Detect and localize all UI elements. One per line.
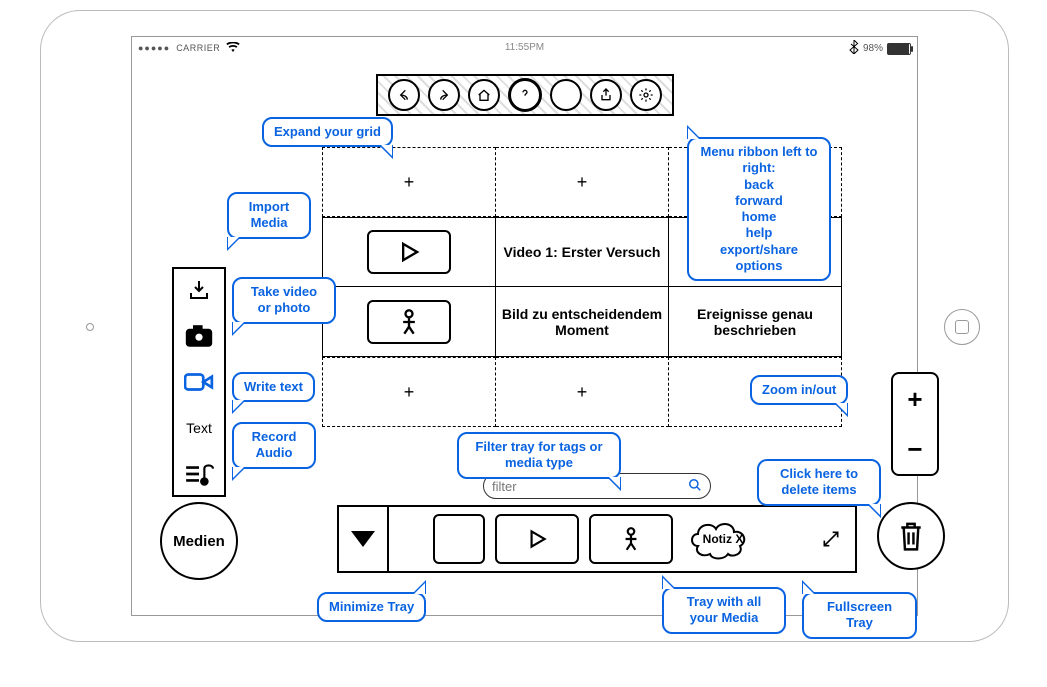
grid-cell-bild-label[interactable]: Bild zu entscheidendem Moment: [496, 287, 669, 357]
expand-cell[interactable]: +: [496, 357, 669, 427]
camera-button[interactable]: [181, 323, 217, 349]
chevron-down-icon: [351, 531, 375, 547]
help-icon[interactable]: [508, 78, 542, 112]
tray-card-note[interactable]: Notiz X: [683, 516, 763, 562]
share-icon[interactable]: [590, 79, 622, 111]
video-button[interactable]: [181, 369, 217, 395]
clock: 11:55PM: [132, 42, 917, 53]
fullscreen-tray-button[interactable]: [807, 507, 855, 571]
battery-icon: [887, 43, 911, 55]
grid-cell-ereignisse-label[interactable]: Ereignisse genau beschrieben: [669, 287, 842, 357]
zoom-out-button[interactable]: −: [893, 424, 937, 474]
grid-cell-video1-label[interactable]: Video 1: Erster Versuch: [496, 217, 669, 287]
callout-minimize-tray: Minimize Tray: [317, 592, 426, 622]
tray-items[interactable]: Notiz X: [389, 507, 807, 571]
minimize-tray-button[interactable]: [339, 507, 389, 571]
expand-cell[interactable]: +: [322, 357, 496, 427]
callout-expand-grid: Expand your grid: [262, 117, 393, 147]
tablet-camera: [86, 323, 94, 331]
zoom-control: + −: [891, 372, 939, 476]
tablet-frame: ●●●●● CARRIER 11:55PM 98%: [40, 10, 1009, 642]
menu-ribbon: [376, 74, 674, 116]
callout-fullscreen-tray: Fullscreen Tray: [802, 592, 917, 639]
home-icon[interactable]: [468, 79, 500, 111]
delete-button[interactable]: [877, 502, 945, 570]
search-icon: [688, 478, 702, 495]
medien-label: Medien: [160, 502, 238, 580]
callout-click-delete: Click here to delete items: [757, 459, 881, 506]
tray-card-person[interactable]: [589, 514, 673, 564]
home-button[interactable]: [944, 309, 980, 345]
callout-filter-tray: Filter tray for tags or media type: [457, 432, 621, 479]
callout-write-text: Write text: [232, 372, 315, 402]
tray-card-video[interactable]: [495, 514, 579, 564]
audio-button[interactable]: [181, 461, 217, 487]
bluetooth-icon: [849, 40, 859, 57]
forward-icon[interactable]: [428, 79, 460, 111]
callout-menu-ribbon: Menu ribbon left to right: back forward …: [687, 137, 831, 281]
media-tray: Notiz X: [337, 505, 857, 573]
grid-cell-video-thumb[interactable]: [322, 217, 496, 287]
callout-media-tray: Tray with all your Media: [662, 587, 786, 634]
import-media-button[interactable]: [181, 277, 217, 303]
tray-card-empty[interactable]: [433, 514, 485, 564]
expand-cell[interactable]: +: [322, 147, 496, 217]
callout-record-audio: Record Audio: [232, 422, 316, 469]
battery-percent: 98%: [863, 43, 883, 54]
record-icon[interactable]: [550, 79, 582, 111]
left-toolbar: Text: [172, 267, 226, 497]
grid-cell-person-thumb[interactable]: [322, 287, 496, 357]
person-thumb: [367, 300, 451, 344]
screen: ●●●●● CARRIER 11:55PM 98%: [131, 36, 918, 616]
callout-zoom: Zoom in/out: [750, 375, 848, 405]
status-bar: ●●●●● CARRIER 11:55PM 98%: [132, 37, 917, 61]
grid-row: Bild zu entscheidendem Moment Ereignisse…: [322, 287, 842, 357]
zoom-in-button[interactable]: +: [893, 374, 937, 424]
expand-cell[interactable]: +: [496, 147, 669, 217]
callout-take-video-photo: Take video or photo: [232, 277, 336, 324]
options-icon[interactable]: [630, 79, 662, 111]
callout-import-media: Import Media: [227, 192, 311, 239]
back-icon[interactable]: [388, 79, 420, 111]
play-thumb: [367, 230, 451, 274]
text-button[interactable]: Text: [181, 415, 217, 441]
